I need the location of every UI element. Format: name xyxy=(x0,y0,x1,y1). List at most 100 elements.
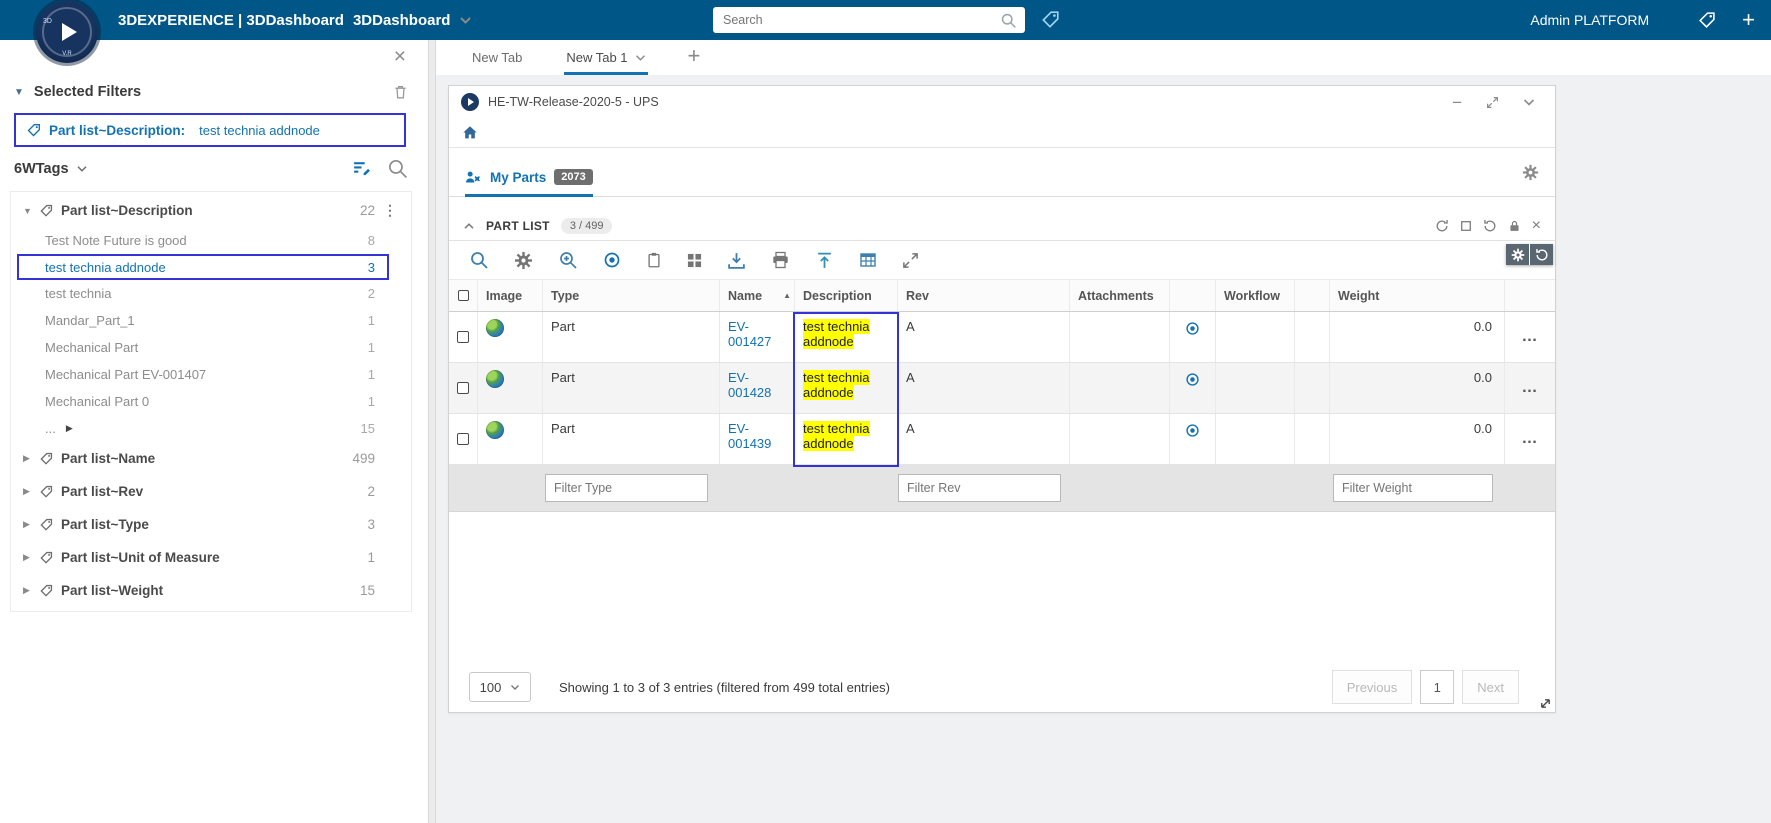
tree-item[interactable]: Test Note Future is good 8 xyxy=(11,227,411,254)
tab-new-tab[interactable]: New Tab xyxy=(470,42,524,75)
minimize-icon[interactable]: − xyxy=(1452,94,1462,111)
part-thumbnail-globe[interactable] xyxy=(486,370,504,388)
collapse-caret-icon[interactable]: ▼ xyxy=(14,87,24,98)
widget-settings-gear-icon[interactable] xyxy=(1522,164,1539,181)
row-checkbox[interactable] xyxy=(457,382,469,394)
close-icon[interactable]: × xyxy=(394,46,406,67)
part-thumbnail-globe[interactable] xyxy=(486,421,504,439)
row-menu-icon[interactable]: … xyxy=(1522,430,1539,448)
table-view-icon[interactable] xyxy=(859,251,877,269)
zoom-search-icon[interactable] xyxy=(469,250,489,270)
tree-item[interactable]: test technia 2 xyxy=(11,280,411,307)
3ds-compass-logo[interactable]: 3D V.R xyxy=(36,1,98,63)
print-icon[interactable] xyxy=(771,251,790,269)
tree-group-description[interactable]: ▼ Part list~Description 22 ⋮ xyxy=(11,194,411,227)
tile-view-icon[interactable] xyxy=(687,253,702,268)
table-row[interactable]: Part EV-001428 test technia addnode A 0.… xyxy=(449,363,1555,414)
settings-gear-icon[interactable] xyxy=(514,251,533,270)
page-number-button[interactable]: 1 xyxy=(1420,670,1455,704)
tree-item[interactable]: Mechanical Part 1 xyxy=(11,334,411,361)
filter-rev-input[interactable] xyxy=(898,474,1061,502)
collapse-panel-icon[interactable] xyxy=(463,222,475,230)
active-filter-chip[interactable]: Part list~Description: test technia addn… xyxy=(14,113,406,147)
row-menu-icon[interactable]: … xyxy=(1522,328,1539,346)
tree-group-type[interactable]: ▶ Part list~Type 3 xyxy=(11,508,411,541)
my-parts-tab[interactable]: My Parts 2073 xyxy=(465,169,593,197)
caret-right-icon[interactable]: ▶ xyxy=(66,423,361,434)
row-checkbox[interactable] xyxy=(457,331,469,343)
row-checkbox[interactable] xyxy=(457,433,469,445)
caret-down-icon[interactable]: ▼ xyxy=(23,206,39,216)
download-icon[interactable] xyxy=(727,251,746,270)
caret-right-icon[interactable]: ▶ xyxy=(23,453,39,464)
kebab-menu-icon[interactable]: ⋮ xyxy=(383,202,397,219)
next-page-button[interactable]: Next xyxy=(1462,670,1519,704)
trash-icon[interactable] xyxy=(393,84,408,100)
tree-item-selected[interactable]: test technia addnode 3 xyxy=(17,254,389,280)
visibility-target-icon[interactable] xyxy=(603,251,621,269)
upload-icon[interactable] xyxy=(815,251,834,270)
column-header-image[interactable]: Image xyxy=(477,280,542,311)
tree-item[interactable]: Mandar_Part_1 1 xyxy=(11,307,411,334)
column-header-name[interactable]: Name ▲ xyxy=(719,280,794,311)
tree-item[interactable]: Mechanical Part 0 1 xyxy=(11,388,411,415)
table-row[interactable]: Part EV-001439 test technia addnode A 0.… xyxy=(449,414,1555,465)
maximize-icon[interactable] xyxy=(1460,220,1472,232)
close-panel-icon[interactable]: × xyxy=(1532,217,1541,234)
clipboard-icon[interactable] xyxy=(646,251,662,269)
tree-group-weight[interactable]: ▶ Part list~Weight 15 xyxy=(11,574,411,607)
refresh-icon[interactable] xyxy=(1435,219,1449,233)
search-icon[interactable] xyxy=(387,158,408,179)
part-name-link[interactable]: EV-001427 xyxy=(728,319,771,349)
panel-gear-button[interactable] xyxy=(1506,244,1529,265)
add-icon[interactable]: + xyxy=(1742,9,1755,31)
add-tab-button[interactable]: + xyxy=(688,45,701,75)
zoom-in-icon[interactable] xyxy=(558,250,578,270)
part-thumbnail-globe[interactable] xyxy=(486,319,504,337)
sidebar-resize-gutter[interactable] xyxy=(428,40,436,823)
widget-header[interactable]: HE-TW-Release-2020-5 - UPS − xyxy=(449,86,1555,118)
tree-item-more[interactable]: ... ▶ 15 xyxy=(11,415,411,442)
select-all-checkbox[interactable] xyxy=(457,290,469,301)
chevron-down-icon[interactable] xyxy=(635,54,646,62)
lock-icon[interactable] xyxy=(1508,219,1521,233)
panel-reset-button[interactable] xyxy=(1530,244,1553,265)
search-input[interactable] xyxy=(713,13,1000,27)
user-name[interactable]: Admin PLATFORM xyxy=(1530,12,1649,28)
caret-right-icon[interactable]: ▶ xyxy=(23,519,39,530)
tags-icon[interactable] xyxy=(1040,10,1060,30)
filter-list-edit-icon[interactable] xyxy=(352,159,371,178)
tree-group-rev[interactable]: ▶ Part list~Rev 2 xyxy=(11,475,411,508)
home-icon[interactable] xyxy=(462,125,478,140)
expand-icon[interactable] xyxy=(1486,96,1499,109)
visibility-target-icon[interactable] xyxy=(1185,321,1200,362)
chevron-down-icon[interactable] xyxy=(76,165,88,173)
filter-weight-input[interactable] xyxy=(1333,474,1493,502)
column-header-attachments[interactable]: Attachments xyxy=(1069,280,1169,311)
visibility-target-icon[interactable] xyxy=(1185,423,1200,464)
visibility-target-icon[interactable] xyxy=(1185,372,1200,413)
caret-right-icon[interactable]: ▶ xyxy=(23,486,39,497)
column-header-workflow[interactable]: Workflow xyxy=(1215,280,1294,311)
table-row[interactable]: Part EV-001427 test technia addnode A 0.… xyxy=(449,312,1555,363)
tree-item[interactable]: Mechanical Part EV-001407 1 xyxy=(11,361,411,388)
dashboard-name[interactable]: 3DDashboard xyxy=(353,12,451,29)
previous-page-button[interactable]: Previous xyxy=(1331,670,1413,704)
expand-collapse-icon[interactable] xyxy=(902,252,919,269)
filter-type-input[interactable] xyxy=(545,474,708,502)
tab-new-tab-1[interactable]: New Tab 1 xyxy=(564,42,648,75)
tree-group-name[interactable]: ▶ Part list~Name 499 xyxy=(11,442,411,475)
tree-group-unit-of-measure[interactable]: ▶ Part list~Unit of Measure 1 xyxy=(11,541,411,574)
undo-icon[interactable] xyxy=(1483,219,1497,233)
search-icon[interactable] xyxy=(1000,12,1025,29)
column-header-rev[interactable]: Rev xyxy=(897,280,1069,311)
chevron-down-icon[interactable] xyxy=(1523,98,1535,107)
column-header-visibility[interactable] xyxy=(1169,280,1215,311)
caret-right-icon[interactable]: ▶ xyxy=(23,552,39,563)
page-size-select[interactable]: 100 xyxy=(469,672,531,702)
tag-icon[interactable] xyxy=(1697,11,1716,30)
sort-asc-icon[interactable]: ▲ xyxy=(783,291,794,300)
part-name-link[interactable]: EV-001439 xyxy=(728,421,771,451)
chevron-down-icon[interactable] xyxy=(459,16,472,25)
column-header-type[interactable]: Type xyxy=(542,280,719,311)
